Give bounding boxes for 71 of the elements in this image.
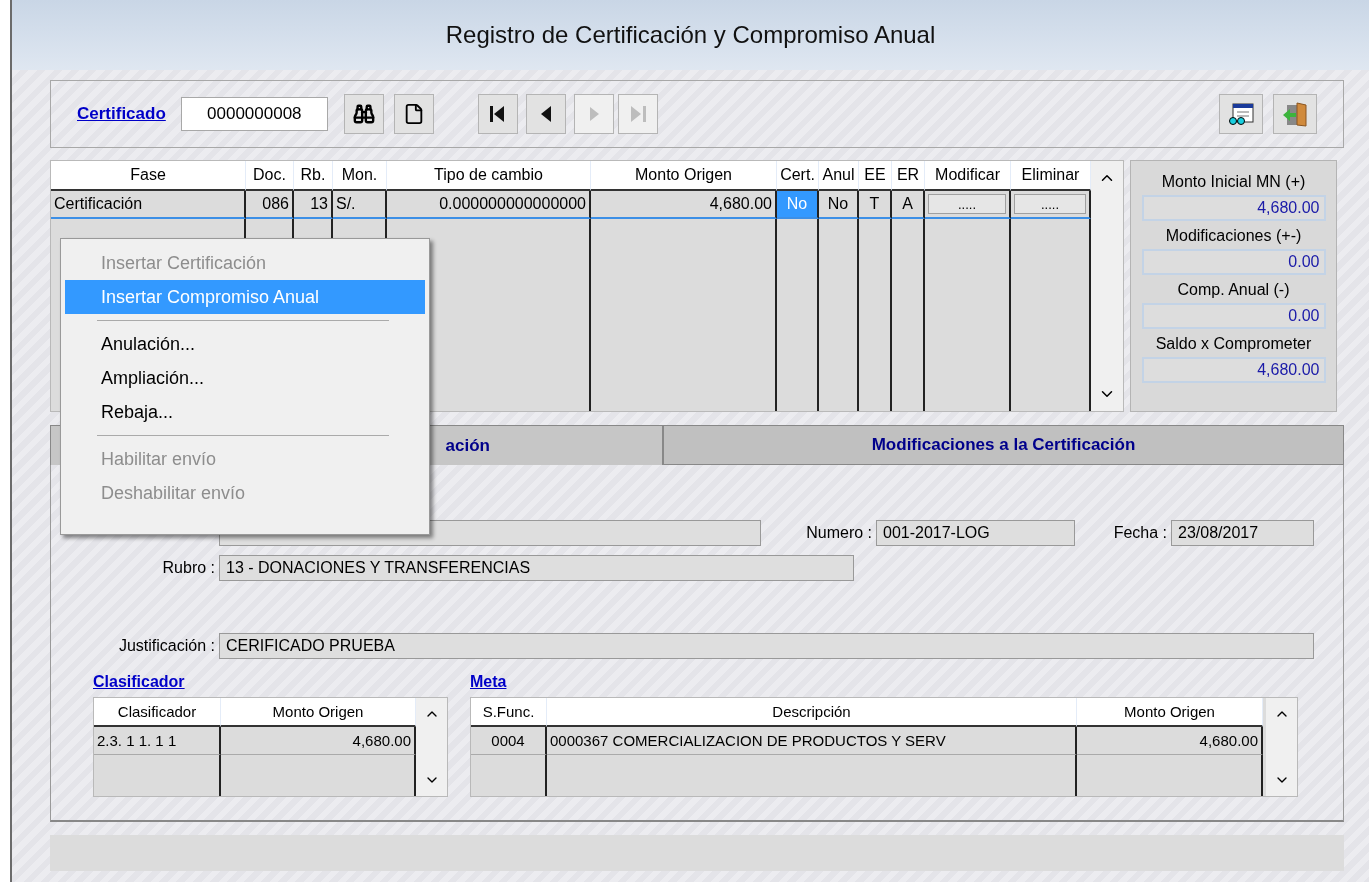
- report-icon: [1227, 102, 1255, 126]
- table-cell: Certificación: [51, 191, 246, 219]
- table-cell: 0004: [471, 727, 547, 755]
- ellipsis-button[interactable]: .....: [1014, 194, 1086, 214]
- table-cell: 0000367 COMERCIALIZACION DE PRODUCTOS Y SERV: [547, 727, 1077, 755]
- menu-item[interactable]: Anulación...: [65, 327, 425, 361]
- column-header: Doc.: [246, 161, 294, 191]
- summary-label: Monto Inicial MN (+): [1161, 173, 1306, 192]
- justification-field: CERIFICADO PRUEBA: [219, 633, 1314, 659]
- column-header: Modificar: [925, 161, 1011, 191]
- column-header: ER: [892, 161, 925, 191]
- table-cell: S/.: [333, 191, 387, 219]
- column-header: Tipo de cambio: [387, 161, 591, 191]
- table-cell: 4,680.00: [221, 727, 416, 755]
- table-cell: 13: [294, 191, 333, 219]
- navigation-button[interactable]: [477, 94, 518, 134]
- certificate-field[interactable]: 0000000008: [180, 97, 328, 131]
- field-label: Rubro :: [161, 559, 216, 577]
- table-cell: 4,680.00: [1077, 727, 1263, 755]
- tab[interactable]: Modificaciones a la Certificación: [663, 425, 1344, 465]
- column-header: Monto Origen: [221, 698, 416, 727]
- scrollbar[interactable]: [416, 698, 447, 796]
- column-header: Rb.: [294, 161, 333, 191]
- scrollbar[interactable]: [1091, 161, 1123, 411]
- field-label: Justificación :: [117, 637, 216, 655]
- certificate-link[interactable]: Certificado: [77, 104, 166, 124]
- rubro-field: 13 - DONACIONES Y TRANSFERENCIAS: [219, 555, 854, 581]
- meta-link[interactable]: Meta: [470, 673, 1298, 691]
- exit-button[interactable]: [1273, 94, 1317, 134]
- new-document-button[interactable]: [393, 94, 434, 134]
- menu-item[interactable]: Ampliación...: [65, 361, 425, 395]
- summary-value-field: 4,680.00: [1141, 195, 1326, 221]
- column-header: Anul: [819, 161, 859, 191]
- table-cell: A: [892, 191, 925, 219]
- binoculars-icon: [352, 103, 375, 125]
- column-header: Mon.: [333, 161, 387, 191]
- column-header: Eliminar: [1011, 161, 1091, 191]
- field-label: Numero :: [805, 524, 873, 542]
- table-cell: No: [777, 191, 819, 219]
- number-field: 001-2017-LOG: [876, 520, 1075, 546]
- table-cell: 0.000000000000000: [387, 191, 591, 219]
- summary-value-field: 0.00: [1141, 249, 1326, 275]
- table-cell: 2.3. 1 1. 1 1: [94, 727, 221, 755]
- summary-value-field: 0.00: [1141, 303, 1326, 329]
- column-header: S.Func.: [471, 698, 547, 727]
- field-label: Fecha :: [1112, 524, 1168, 542]
- table-cell: T: [859, 191, 892, 219]
- window-title: Registro de Certificación y Compromiso Anual: [445, 21, 936, 49]
- search-button[interactable]: [343, 94, 384, 134]
- date-field: 23/08/2017: [1171, 520, 1314, 546]
- summary-label: Modificaciones (+-): [1165, 227, 1302, 246]
- classifier-link[interactable]: Clasificador: [93, 673, 448, 691]
- table-cell: 4,680.00: [591, 191, 777, 219]
- summary-label: Comp. Anual (-): [1177, 281, 1290, 300]
- table-cell: 086: [246, 191, 294, 219]
- column-header: Fase: [51, 161, 246, 191]
- column-header: Cert.: [777, 161, 819, 191]
- scrollbar[interactable]: [1266, 698, 1297, 796]
- report-button[interactable]: [1219, 94, 1263, 134]
- table-cell: No: [819, 191, 859, 219]
- column-header: Monto Origen: [591, 161, 777, 191]
- exit-door-icon: [1281, 100, 1309, 128]
- navigation-button[interactable]: [525, 94, 566, 134]
- summary-label: Saldo x Comprometer: [1155, 335, 1312, 354]
- column-header: Clasificador: [94, 698, 221, 727]
- column-header: Descripción: [547, 698, 1077, 727]
- column-header: EE: [859, 161, 892, 191]
- column-header: Monto Origen: [1077, 698, 1263, 727]
- summary-value-field: 4,680.00: [1141, 357, 1326, 383]
- ellipsis-button[interactable]: .....: [928, 194, 1006, 214]
- menu-item[interactable]: Rebaja...: [65, 395, 425, 429]
